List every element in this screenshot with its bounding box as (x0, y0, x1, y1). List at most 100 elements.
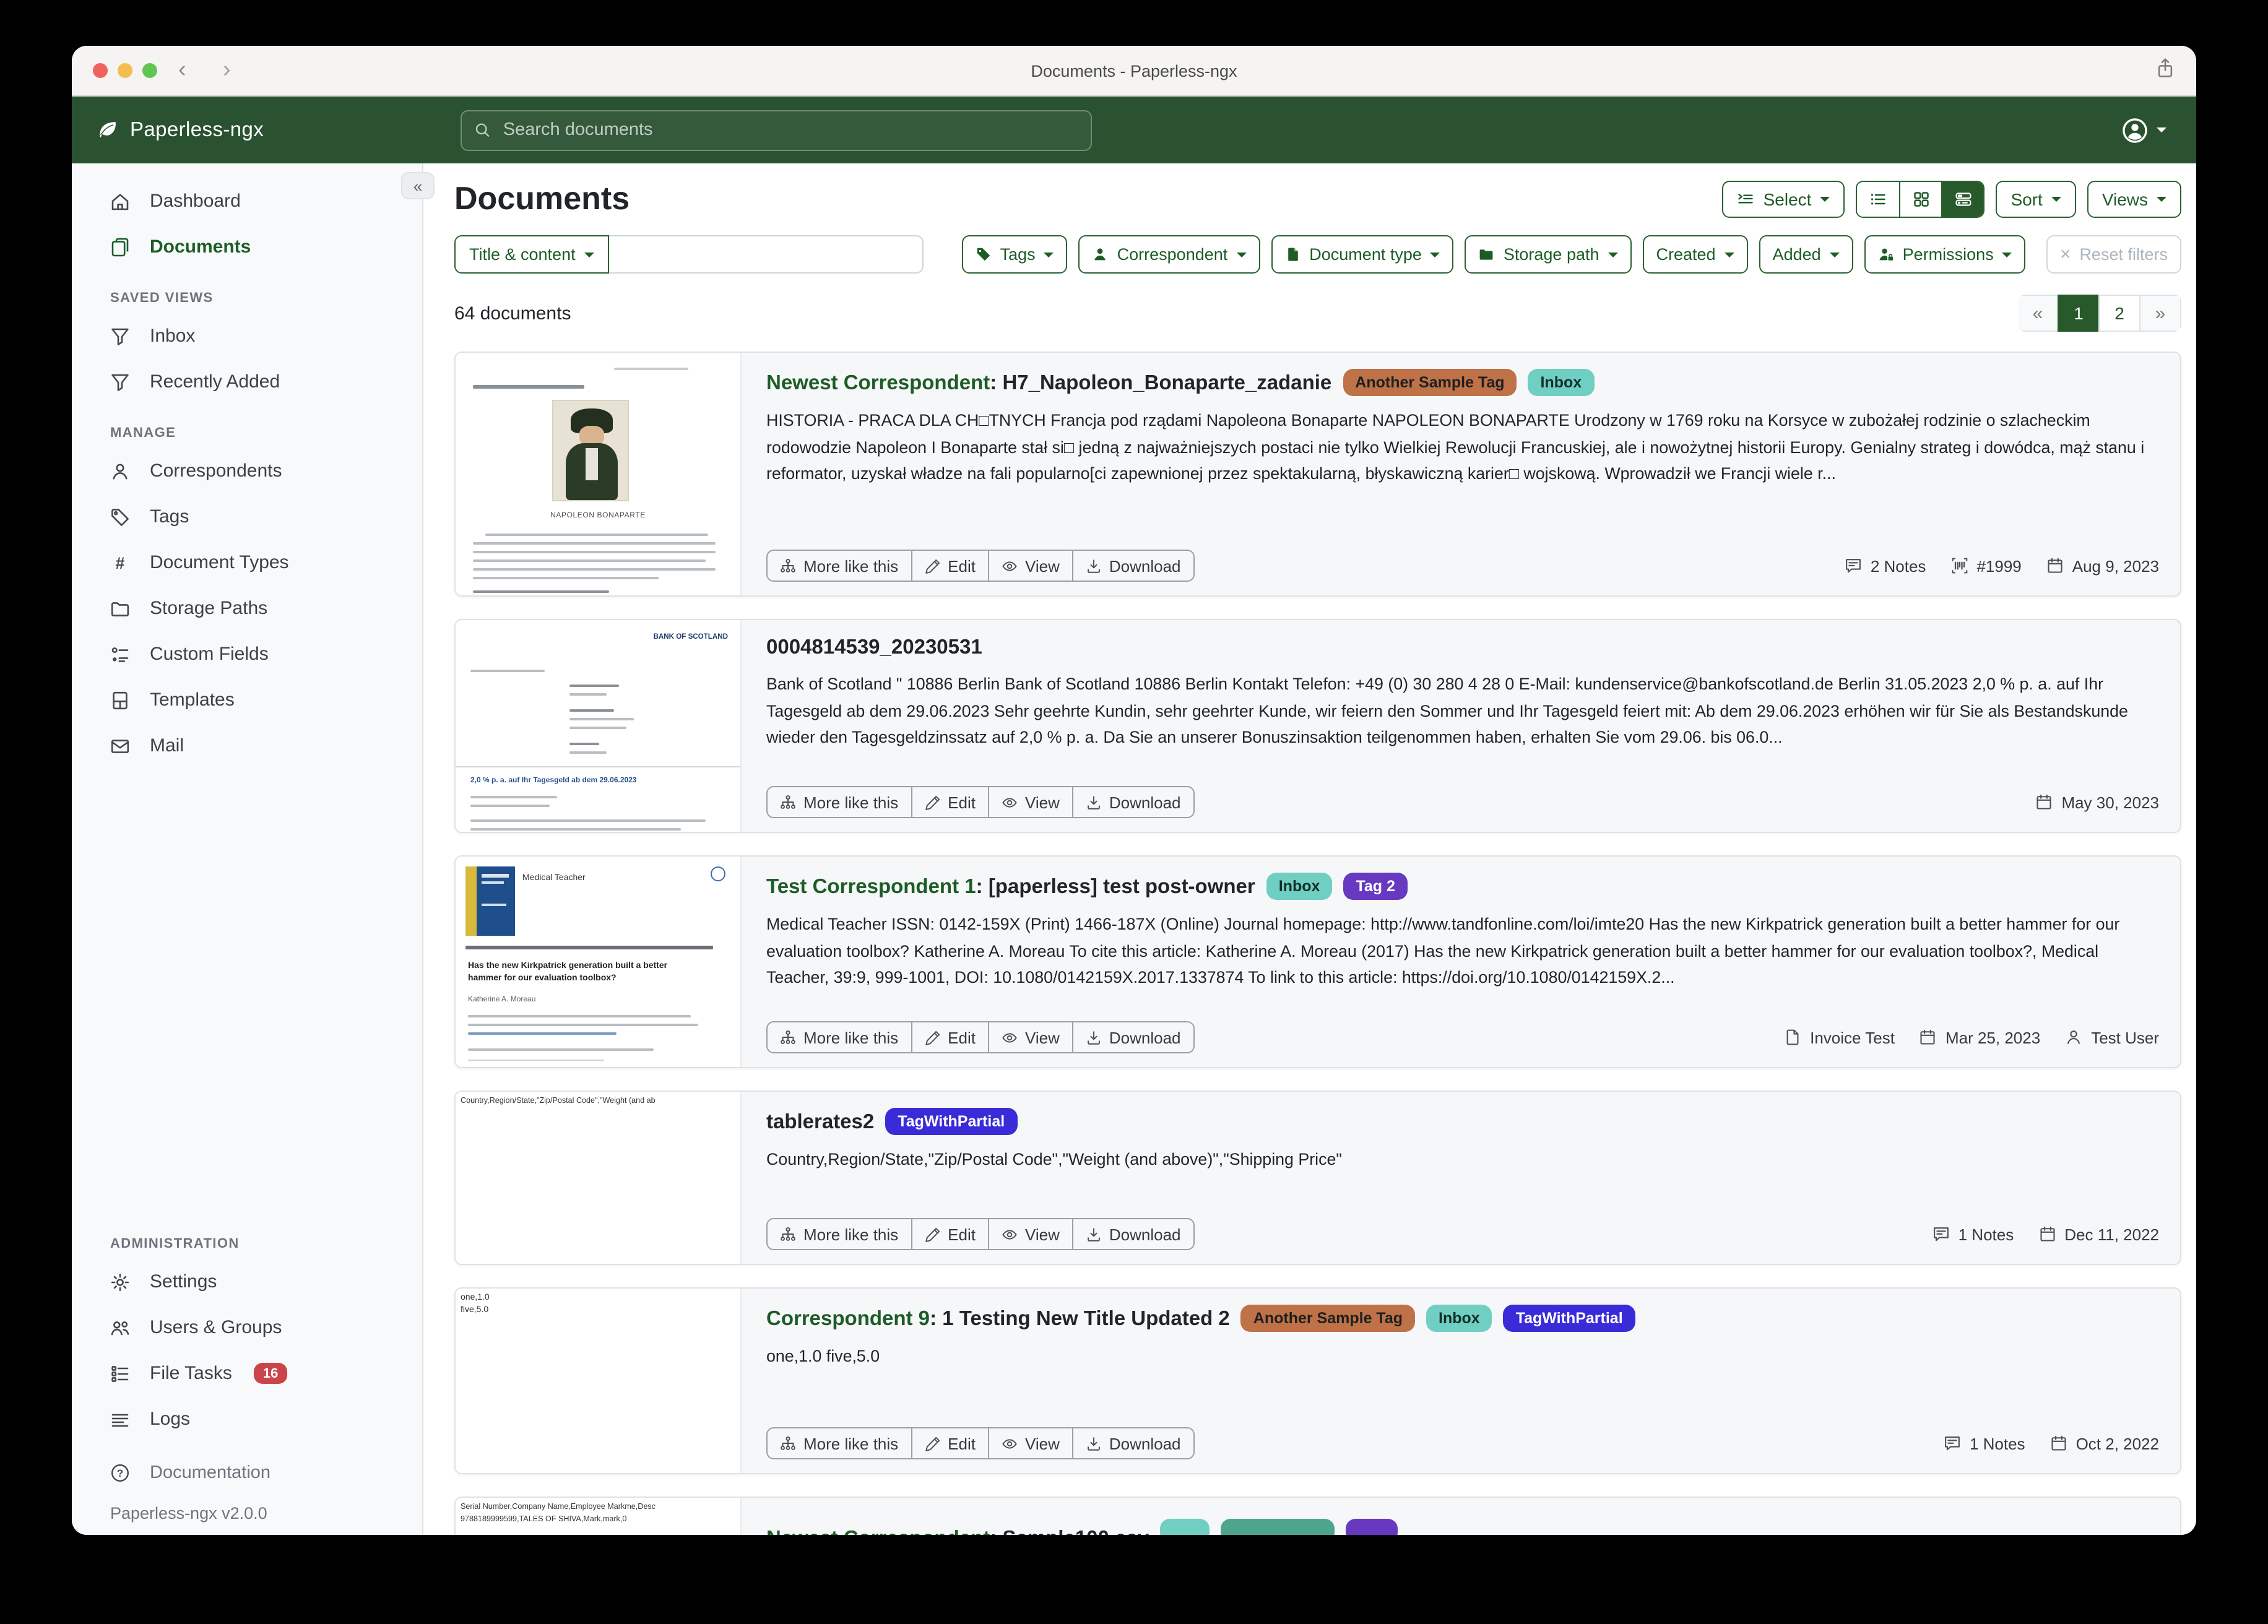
sidebar-item-settings[interactable]: Settings (72, 1259, 422, 1305)
document-card[interactable]: one,1.0five,5.0 Correspondent 9: 1 Testi… (454, 1287, 2181, 1474)
more-like-this-button[interactable]: More like this (766, 1021, 912, 1053)
sidebar-item-users-groups[interactable]: Users & Groups (72, 1305, 422, 1350)
document-card[interactable]: BANK OF SCOTLAND 2,0 % p. a. auf Ihr Tag… (454, 619, 2181, 833)
view-button[interactable]: View (988, 786, 1073, 818)
document-title-text[interactable]: tablerates2 (766, 1111, 874, 1133)
sort-dropdown-button[interactable]: Sort (1996, 180, 2075, 217)
view-button[interactable]: View (988, 1427, 1073, 1459)
app-brand[interactable]: Paperless-ngx (97, 118, 264, 142)
more-like-this-button[interactable]: More like this (766, 550, 912, 582)
download-button[interactable]: Download (1072, 1427, 1195, 1459)
document-thumbnail[interactable]: one,1.0five,5.0 (456, 1289, 742, 1473)
document-type-indicator[interactable]: Invoice Test (1784, 1028, 1895, 1047)
maximize-window-button[interactable] (142, 63, 157, 78)
tag-pill[interactable]: TagWithPartial (885, 1108, 1017, 1135)
pagination-first[interactable]: « (2018, 295, 2059, 332)
view-details-button[interactable] (1941, 181, 1983, 216)
tag-pill[interactable] (1346, 1519, 1398, 1535)
browser-forward-icon[interactable]: › (223, 46, 231, 95)
document-title-text[interactable]: Sample100.csv (1002, 1527, 1149, 1535)
filter-text-input[interactable] (609, 235, 924, 274)
document-correspondent-link[interactable]: Test Correspondent 1 (766, 876, 976, 898)
pagination-page-1[interactable]: 1 (2058, 295, 2100, 332)
document-title-text[interactable]: 1 Testing New Title Updated 2 (942, 1308, 1230, 1330)
filter-permissions-button[interactable]: Permissions (1864, 235, 2026, 274)
more-like-this-button[interactable]: More like this (766, 786, 912, 818)
document-correspondent-link[interactable]: Newest Correspondent (766, 372, 990, 394)
document-title-text[interactable]: 0004814539_20230531 (766, 636, 982, 659)
filter-added-button[interactable]: Added (1759, 235, 1853, 274)
sidebar-item-file-tasks[interactable]: File Tasks 16 (72, 1350, 422, 1396)
minimize-window-button[interactable] (118, 63, 132, 78)
filter-correspondent-button[interactable]: Correspondent (1079, 235, 1260, 274)
download-button[interactable]: Download (1072, 550, 1195, 582)
notes-indicator[interactable]: 2 Notes (1845, 556, 1926, 575)
tag-pill[interactable] (1160, 1519, 1210, 1535)
sidebar-item-documents[interactable]: Documents (72, 224, 422, 270)
sidebar-item-templates[interactable]: Templates (72, 677, 422, 723)
sidebar-collapse-button[interactable]: « (401, 172, 435, 199)
document-card[interactable]: NAPOLEON BONAPARTE Newest Corresponden (454, 352, 2181, 597)
sidebar-item-custom-fields[interactable]: Custom Fields (72, 631, 422, 677)
download-button[interactable]: Download (1072, 1021, 1195, 1053)
document-card[interactable]: Medical Teacher Has the new Kirkpatrick … (454, 855, 2181, 1068)
filter-storage-path-button[interactable]: Storage path (1465, 235, 1632, 274)
sidebar-item-document-types[interactable]: # Document Types (72, 540, 422, 585)
pagination-page-2[interactable]: 2 (2098, 295, 2140, 332)
edit-button[interactable]: Edit (911, 786, 989, 818)
sidebar-item-recently-added[interactable]: Recently Added (72, 359, 422, 405)
close-window-button[interactable] (93, 63, 108, 78)
download-button[interactable]: Download (1072, 786, 1195, 818)
document-title-text[interactable]: H7_Napoleon_Bonaparte_zadanie (1002, 372, 1331, 394)
sidebar-item-inbox[interactable]: Inbox (72, 313, 422, 359)
view-list-button[interactable] (1857, 181, 1899, 216)
document-card[interactable]: Country,Region/State,"Zip/Postal Code","… (454, 1091, 2181, 1265)
search-input[interactable] (501, 119, 1078, 141)
edit-button[interactable]: Edit (911, 1021, 989, 1053)
tag-pill[interactable] (1221, 1519, 1335, 1535)
filter-tags-button[interactable]: Tags (962, 235, 1068, 274)
document-card[interactable]: Serial Number,Company Name,Employee Mark… (454, 1497, 2181, 1535)
view-button[interactable]: View (988, 1021, 1073, 1053)
document-correspondent-link[interactable]: Newest Correspondent (766, 1527, 990, 1535)
browser-back-icon[interactable]: ‹ (178, 46, 186, 95)
sidebar-item-documentation[interactable]: ? Documentation (72, 1452, 422, 1494)
document-thumbnail[interactable]: NAPOLEON BONAPARTE (456, 353, 742, 595)
tag-pill[interactable]: Inbox (1528, 369, 1595, 396)
more-like-this-button[interactable]: More like this (766, 1427, 912, 1459)
tag-pill[interactable]: Another Sample Tag (1343, 369, 1517, 396)
tag-pill[interactable]: Inbox (1266, 873, 1333, 900)
tag-pill[interactable]: Tag 2 (1343, 873, 1407, 900)
sidebar-item-mail[interactable]: Mail (72, 723, 422, 769)
views-dropdown-button[interactable]: Views (2087, 180, 2181, 217)
filter-document-type-button[interactable]: Document type (1271, 235, 1454, 274)
download-button[interactable]: Download (1072, 1218, 1195, 1250)
sidebar-item-correspondents[interactable]: Correspondents (72, 448, 422, 494)
pagination-last[interactable]: » (2139, 295, 2181, 332)
view-button[interactable]: View (988, 550, 1073, 582)
sidebar-item-dashboard[interactable]: Dashboard (72, 178, 422, 224)
sidebar-item-storage-paths[interactable]: Storage Paths (72, 585, 422, 631)
edit-button[interactable]: Edit (911, 1427, 989, 1459)
share-icon[interactable] (2154, 57, 2176, 79)
notes-indicator[interactable]: 1 Notes (1933, 1225, 2014, 1243)
document-thumbnail[interactable]: Medical Teacher Has the new Kirkpatrick … (456, 857, 742, 1067)
document-thumbnail[interactable]: Country,Region/State,"Zip/Postal Code","… (456, 1092, 742, 1264)
edit-button[interactable]: Edit (911, 550, 989, 582)
more-like-this-button[interactable]: More like this (766, 1218, 912, 1250)
sidebar-item-tags[interactable]: Tags (72, 494, 422, 540)
document-thumbnail[interactable]: Serial Number,Company Name,Employee Mark… (456, 1498, 742, 1535)
document-thumbnail[interactable]: BANK OF SCOTLAND 2,0 % p. a. auf Ihr Tag… (456, 620, 742, 832)
document-correspondent-link[interactable]: Correspondent 9 (766, 1308, 930, 1330)
view-grid-button[interactable] (1899, 181, 1941, 216)
global-search[interactable] (461, 110, 1092, 150)
view-button[interactable]: View (988, 1218, 1073, 1250)
tag-pill[interactable]: TagWithPartial (1504, 1305, 1635, 1332)
filter-created-button[interactable]: Created (1643, 235, 1748, 274)
tag-pill[interactable]: Another Sample Tag (1241, 1305, 1415, 1332)
notes-indicator[interactable]: 1 Notes (1944, 1434, 2025, 1453)
tag-pill[interactable]: Inbox (1426, 1305, 1492, 1332)
reset-filters-button[interactable]: × Reset filters (2046, 235, 2181, 274)
sidebar-item-logs[interactable]: Logs (72, 1396, 422, 1442)
user-menu[interactable] (2122, 117, 2171, 143)
